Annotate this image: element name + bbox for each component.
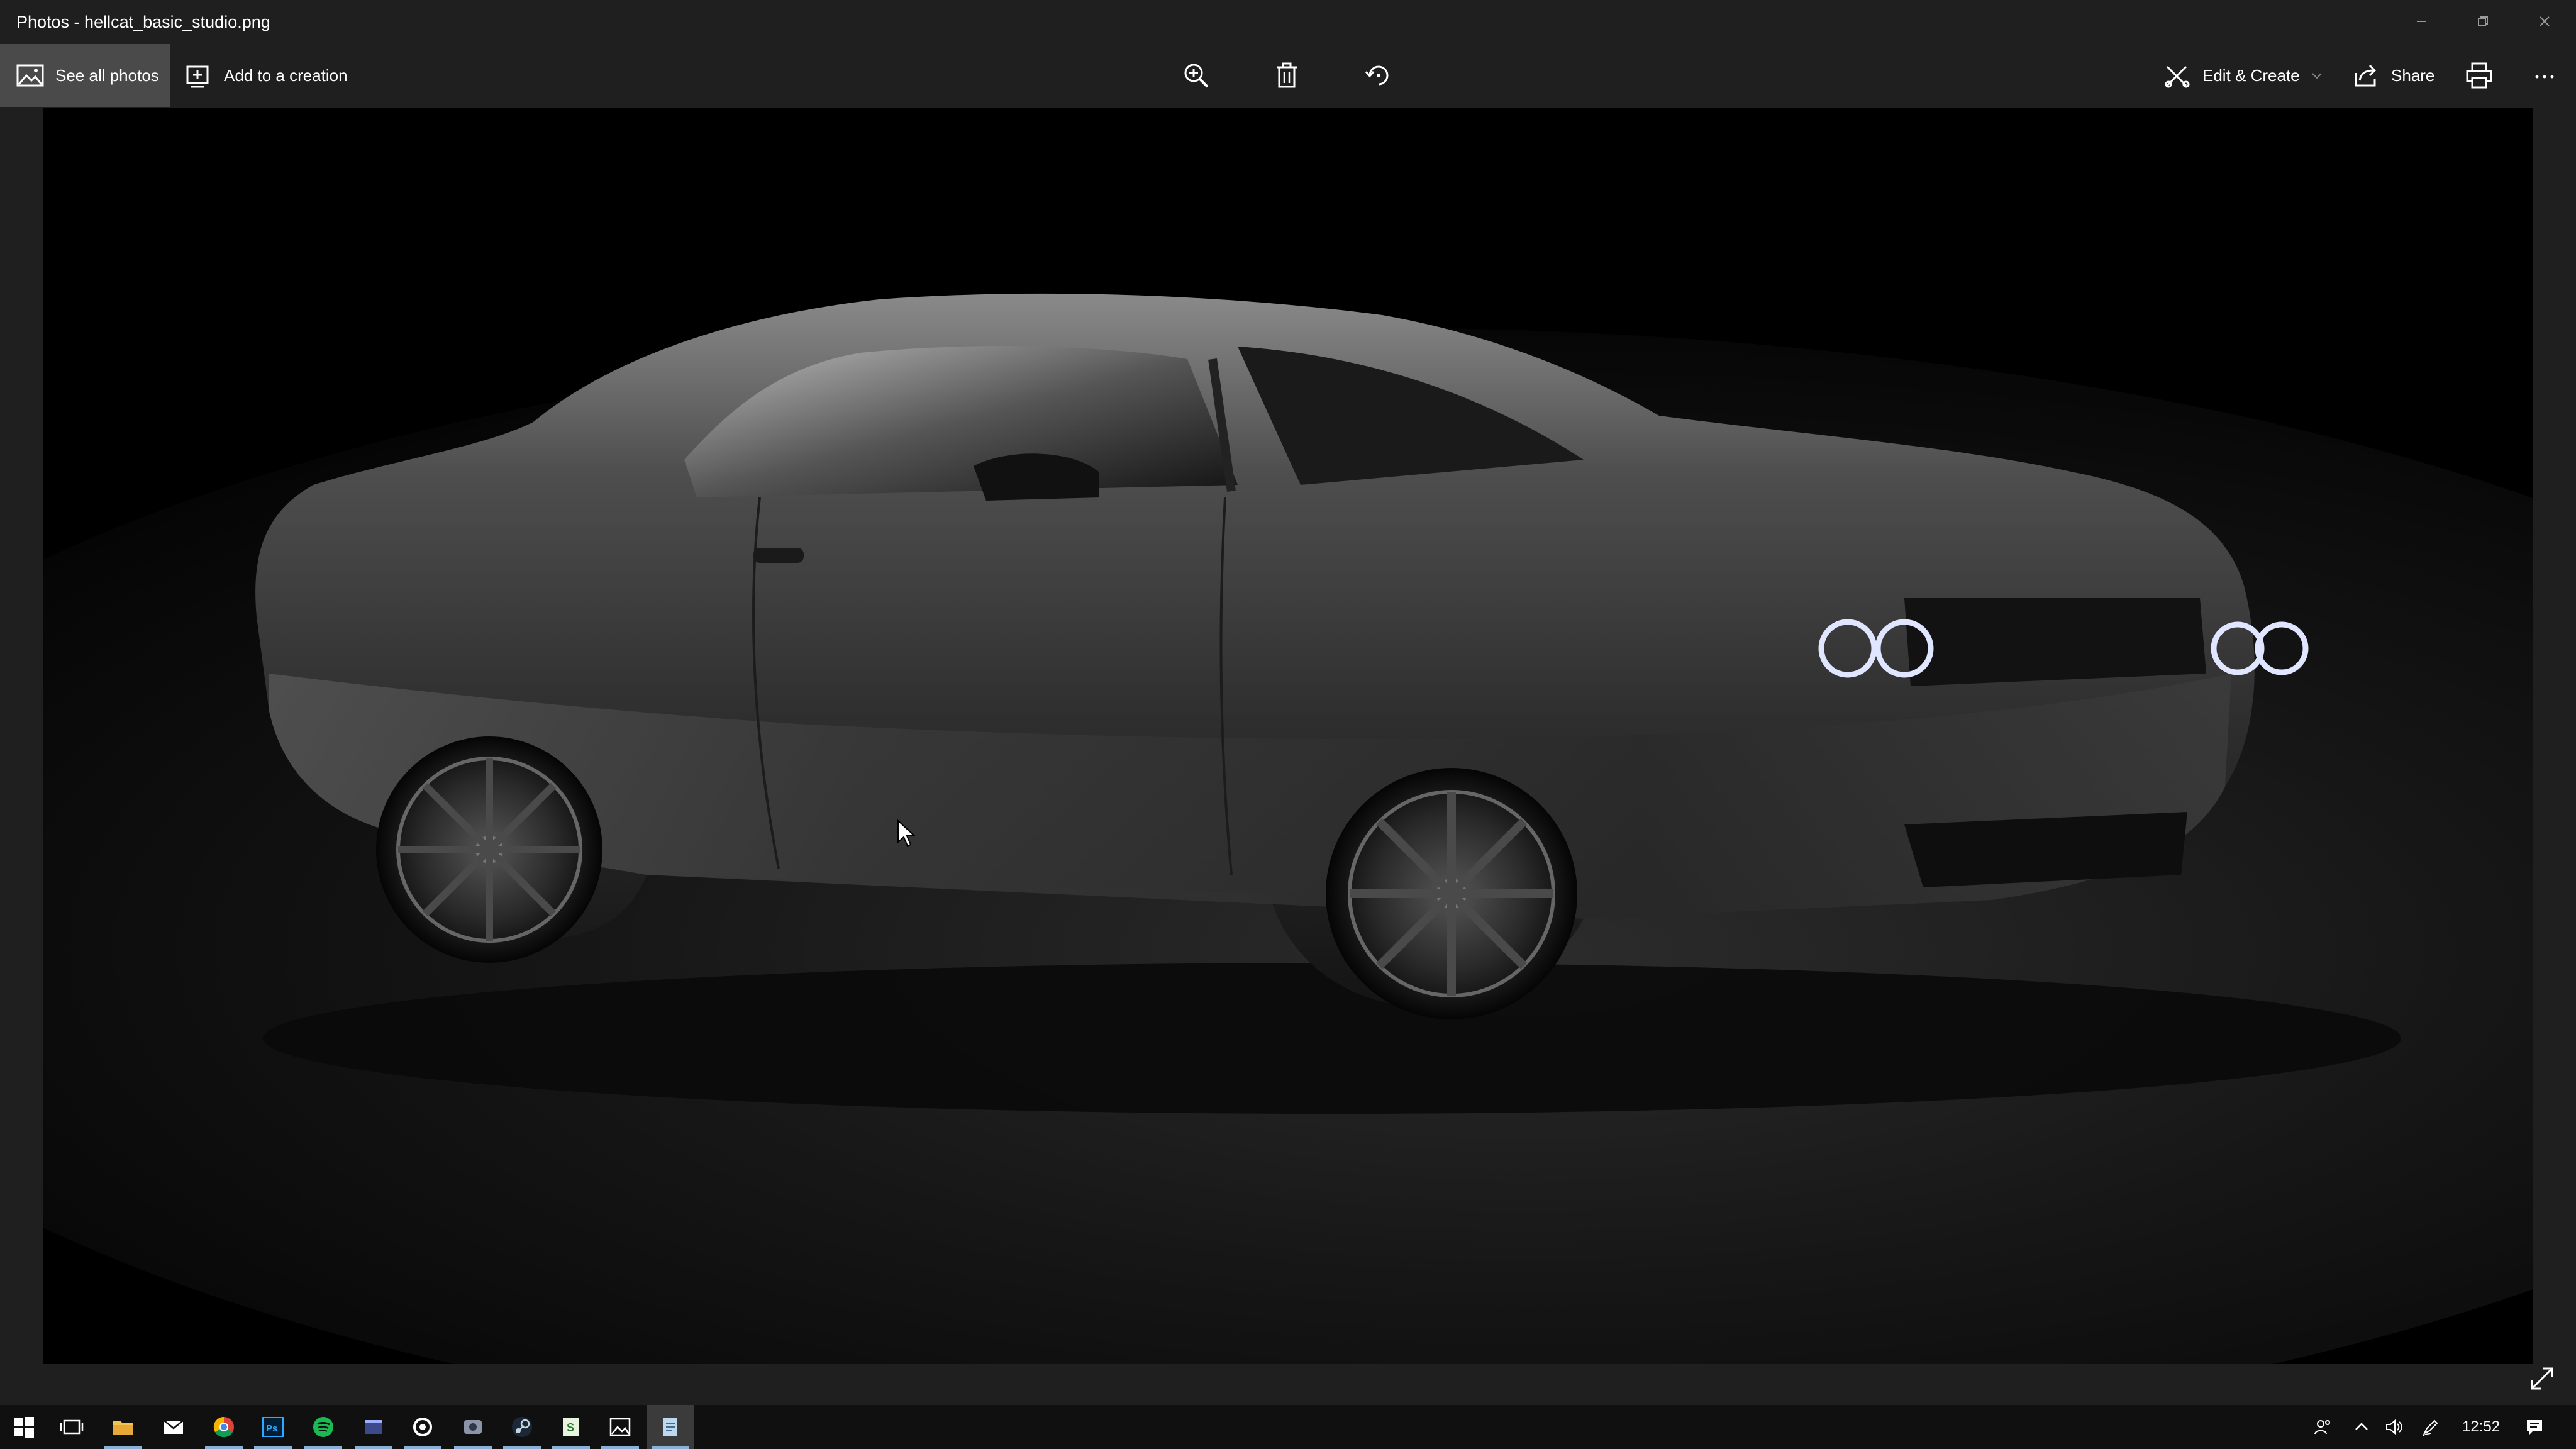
notifications-icon [2527, 1420, 2542, 1435]
zoom-in-button[interactable] [1165, 44, 1228, 107]
title-bar: Photos - hellcat_basic_studio.png [0, 0, 2576, 44]
task-view-icon [60, 1419, 84, 1435]
print-icon [2466, 62, 2492, 89]
more-icon [2535, 75, 2554, 79]
more-options-button[interactable] [2513, 44, 2576, 107]
chevron-down-icon [2311, 73, 2322, 79]
app-window-icon [365, 1420, 382, 1434]
app-disc-button[interactable] [449, 1405, 497, 1449]
steam-icon [512, 1417, 532, 1437]
see-all-photos-label: See all photos [55, 65, 159, 85]
photoshop-button[interactable]: Ps [249, 1405, 297, 1449]
pen-button[interactable] [2415, 1405, 2446, 1449]
notepad-button[interactable] [647, 1405, 694, 1449]
restore-button[interactable] [2454, 0, 2512, 43]
file-explorer-button[interactable] [99, 1405, 147, 1449]
app-ring-icon [413, 1418, 432, 1436]
share-button[interactable]: Share [2346, 44, 2440, 107]
image-viewer[interactable] [43, 108, 2533, 1364]
print-button[interactable] [2448, 44, 2511, 107]
pen-icon [2423, 1419, 2438, 1436]
mail-icon [164, 1420, 184, 1434]
steam-button[interactable] [498, 1405, 546, 1449]
photos-button[interactable] [596, 1405, 644, 1449]
expand-icon [2531, 1367, 2553, 1390]
mail-button[interactable] [150, 1405, 197, 1449]
photos-app-window: Photos - hellcat_basic_studio.png See al… [0, 0, 2576, 1449]
people-button[interactable] [2306, 1405, 2341, 1449]
start-icon [14, 1417, 34, 1438]
show-hidden-icons-button[interactable] [2346, 1405, 2377, 1449]
fullscreen-button[interactable] [2523, 1360, 2561, 1397]
app-ring-button[interactable] [399, 1405, 447, 1449]
edit-create-icon [2165, 65, 2190, 88]
app-window-button[interactable] [350, 1405, 397, 1449]
taskbar: Ps S 12:52 [0, 1405, 2576, 1449]
minimize-icon [2417, 21, 2426, 22]
close-button[interactable] [2516, 0, 2573, 43]
trash-icon [1277, 62, 1297, 88]
share-icon [2355, 64, 2377, 87]
svg-text:S: S [567, 1421, 574, 1434]
restore-icon [2478, 16, 2488, 26]
app-s-button[interactable]: S [547, 1405, 595, 1449]
rotate-icon [1365, 65, 1389, 86]
chrome-button[interactable] [200, 1405, 248, 1449]
people-icon [2314, 1420, 2330, 1435]
action-center-button[interactable] [2516, 1405, 2553, 1449]
file-explorer-icon [113, 1421, 133, 1435]
svg-text:Ps: Ps [266, 1423, 277, 1434]
edit-create-button[interactable]: Edit & Create [2157, 44, 2340, 107]
app-s-icon: S [563, 1418, 579, 1436]
rotate-button[interactable] [1347, 44, 1410, 107]
photoshop-icon: Ps [262, 1417, 284, 1437]
car-photo [43, 108, 2533, 1364]
mouse-pointer-icon [897, 819, 916, 847]
volume-icon [2386, 1419, 2402, 1435]
window-title: Photos - hellcat_basic_studio.png [16, 13, 270, 31]
command-bar: See all photos Add to a creation Edit & … [0, 44, 2576, 107]
clock[interactable]: 12:52 [2453, 1405, 2509, 1449]
minimize-button[interactable] [2392, 0, 2450, 43]
spotify-button[interactable] [299, 1405, 347, 1449]
volume-button[interactable] [2379, 1405, 2410, 1449]
edit-create-label: Edit & Create [2202, 65, 2300, 85]
close-icon [2540, 16, 2550, 26]
chevron-up-icon [2355, 1423, 2368, 1430]
notepad-icon [663, 1418, 677, 1436]
add-to-creation-icon [186, 65, 209, 88]
add-to-creation-button[interactable]: Add to a creation [182, 44, 365, 107]
zoom-in-icon [1184, 64, 1209, 88]
photo-gallery-icon [16, 64, 44, 87]
chrome-icon [213, 1416, 234, 1438]
delete-button[interactable] [1255, 44, 1318, 107]
app-disc-icon [464, 1420, 482, 1434]
spotify-icon [313, 1417, 333, 1437]
add-to-creation-label: Add to a creation [224, 65, 348, 85]
see-all-photos-button[interactable]: See all photos [0, 44, 170, 107]
task-view-button[interactable] [48, 1405, 96, 1449]
photos-icon [609, 1418, 631, 1436]
start-button[interactable] [0, 1405, 48, 1449]
share-label: Share [2391, 65, 2435, 85]
